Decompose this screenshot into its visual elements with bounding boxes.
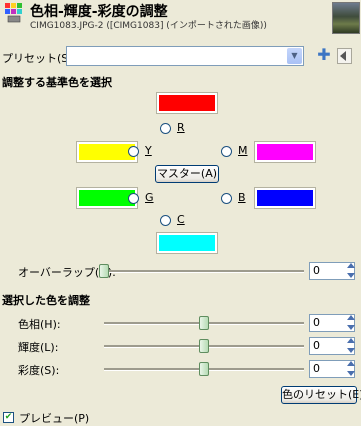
- radio-red[interactable]: [160, 123, 171, 134]
- spin-up-icon[interactable]: [347, 263, 355, 268]
- saturation-spin-buttons[interactable]: [346, 360, 356, 378]
- spin-down-icon[interactable]: [347, 371, 355, 376]
- radio-yellow-label: Y: [145, 144, 152, 157]
- spin-down-icon[interactable]: [347, 273, 355, 278]
- radio-green[interactable]: [128, 193, 139, 204]
- hue-slider-thumb[interactable]: [199, 316, 209, 330]
- hue-label: 色相(H):: [18, 318, 61, 331]
- spin-up-icon[interactable]: [347, 315, 355, 320]
- radio-blue-label: B: [238, 191, 246, 204]
- spin-up-icon[interactable]: [347, 338, 355, 343]
- overlap-slider-track[interactable]: [104, 270, 304, 273]
- swatch-magenta[interactable]: [254, 141, 316, 163]
- saturation-slider-thumb[interactable]: [199, 362, 209, 376]
- triangle-left-icon: [340, 51, 346, 61]
- primary-color-section-title: 調整する基準色を選択: [2, 76, 112, 89]
- lightness-label: 輝度(L):: [18, 341, 59, 354]
- overlap-slider-thumb[interactable]: [99, 264, 109, 278]
- master-button[interactable]: マスター(A): [155, 165, 219, 183]
- spin-down-icon[interactable]: [347, 325, 355, 330]
- preview-label: プレビュー(P): [19, 412, 90, 425]
- radio-cyan[interactable]: [160, 215, 171, 226]
- lightness-slider-thumb[interactable]: [199, 339, 209, 353]
- lightness-spin-buttons[interactable]: [346, 337, 356, 355]
- adjust-section-title: 選択した色を調整: [2, 294, 90, 307]
- swatch-cyan[interactable]: [156, 232, 218, 254]
- hue-spin-buttons[interactable]: [346, 314, 356, 332]
- preview-checkbox[interactable]: ✔: [3, 412, 14, 423]
- overlap-spin-buttons[interactable]: [346, 262, 356, 280]
- radio-green-label: G: [145, 191, 154, 204]
- radio-magenta-label: M: [238, 144, 248, 157]
- swatch-red[interactable]: [156, 92, 218, 114]
- chevron-down-icon[interactable]: ▼: [287, 48, 302, 64]
- add-preset-button[interactable]: ✚: [317, 47, 331, 63]
- radio-red-label: R: [177, 121, 185, 134]
- spin-down-icon[interactable]: [347, 348, 355, 353]
- dialog-subtitle: CIMG1083.JPG-2 ([CIMG1083] (インポートされた画像)): [30, 21, 267, 31]
- radio-blue[interactable]: [221, 193, 232, 204]
- hue-saturation-icon: [4, 2, 24, 24]
- image-thumbnail: [332, 2, 360, 34]
- radio-cyan-label: C: [177, 213, 185, 226]
- preset-select[interactable]: ▼: [66, 46, 304, 66]
- radio-magenta[interactable]: [221, 146, 232, 157]
- saturation-label: 彩度(S):: [18, 364, 60, 377]
- radio-yellow[interactable]: [128, 146, 139, 157]
- spin-up-icon[interactable]: [347, 361, 355, 366]
- reset-color-button[interactable]: 色のリセット(E): [281, 386, 361, 404]
- swatch-blue[interactable]: [254, 187, 316, 209]
